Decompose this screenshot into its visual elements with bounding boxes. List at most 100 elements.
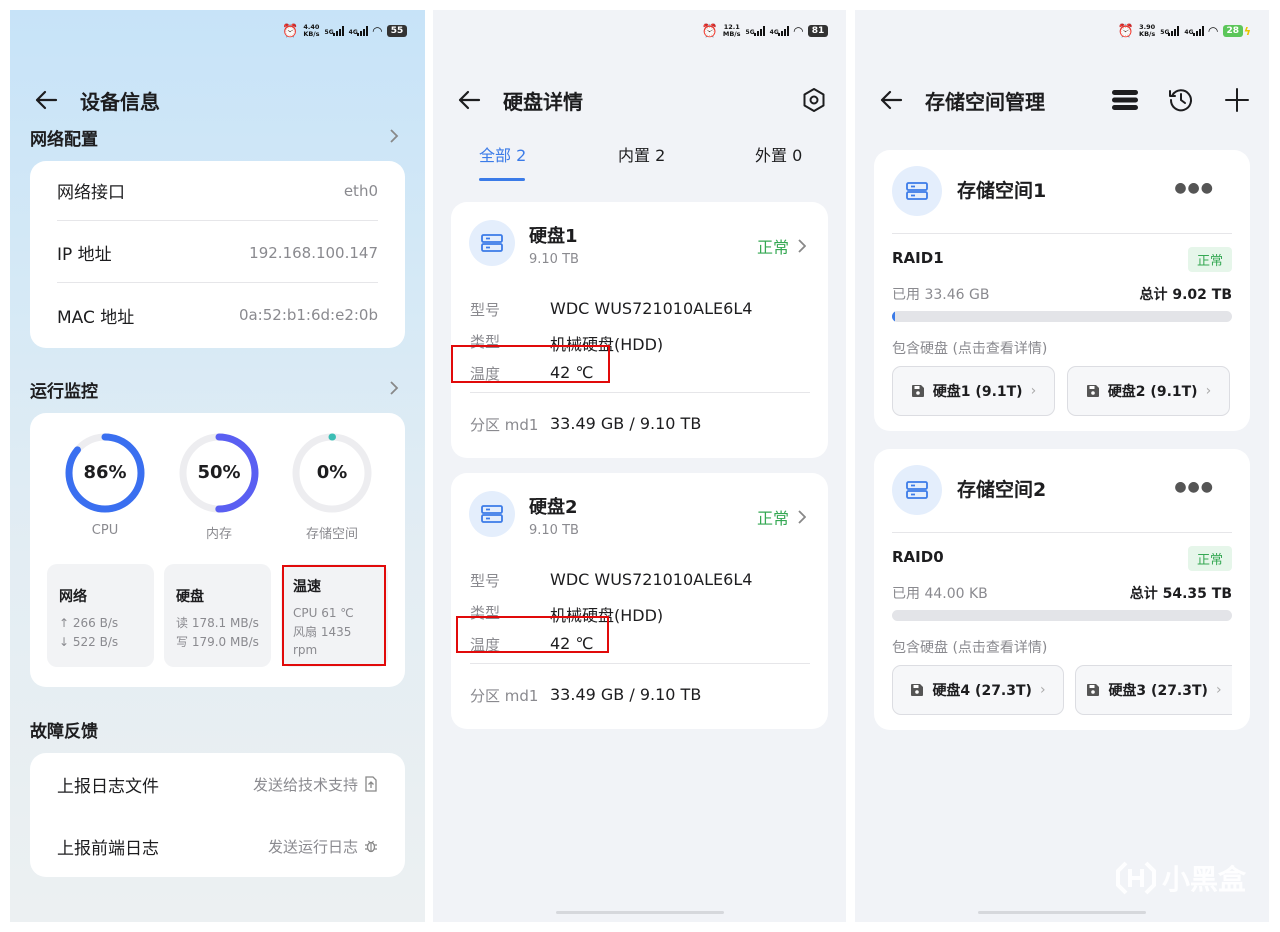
status-bar: ⏰ 3.90 KB/s 5G 4G ◠ 28 ϟ xyxy=(1118,23,1251,39)
wifi-icon: ◠ xyxy=(793,24,803,38)
partition-row: 分区 md1 33.49 GB / 9.10 TB xyxy=(470,685,701,706)
tab-indicator xyxy=(479,178,525,181)
gauge-label: 存储空间 xyxy=(305,527,358,542)
tab-all[interactable]: 全部 2 xyxy=(479,142,526,166)
chip-label: 硬盘4 (27.3T) xyxy=(932,683,1032,699)
chevron-right-icon[interactable] xyxy=(388,381,400,395)
file-upload-icon xyxy=(365,776,377,792)
page-title: 硬盘详情 xyxy=(503,89,583,114)
signal-5g-icon: 5G xyxy=(325,26,344,36)
history-icon[interactable] xyxy=(1167,86,1195,114)
kv-key: 分区 md1 xyxy=(470,416,539,434)
signal-5g-icon: 5G xyxy=(746,26,765,36)
tile-line: ↓ 522 B/s xyxy=(59,634,119,649)
mac-address-row: MAC 地址 0a:52:b1:6d:e2:0b xyxy=(57,285,378,345)
tab-internal[interactable]: 内置 2 xyxy=(618,142,665,166)
chevron-right-icon: › xyxy=(1215,682,1222,698)
runtime-monitor-heading[interactable]: 运行监控 xyxy=(30,377,98,402)
status-badge: 正常 xyxy=(1187,247,1232,272)
disk-name: 硬盘1 xyxy=(529,226,578,247)
device-info-screen: ⏰ 4.40 KB/s 5G 4G ◠ 55 设备信息 网络配置 网络接口 et… xyxy=(10,10,425,922)
disk-chip[interactable]: 硬盘1 (9.1T) › xyxy=(892,366,1055,416)
storage-space-card[interactable]: 存储空间2 ●●● RAID0 正常 已用 44.00 KB 总计 54.35 … xyxy=(874,449,1250,730)
back-arrow-icon[interactable] xyxy=(455,86,483,114)
included-disks-label: 包含硬盘 (点击查看详情) xyxy=(892,640,1048,656)
space-name: 存储空间2 xyxy=(957,479,1047,501)
back-arrow-icon[interactable] xyxy=(32,86,60,114)
used-space: 已用 44.00 KB xyxy=(892,586,988,602)
more-icon[interactable]: ●●● xyxy=(1174,479,1214,495)
highlight-box xyxy=(456,616,609,653)
disk-size: 9.10 TB xyxy=(529,252,579,267)
signal-4g-icon: 4G xyxy=(1184,26,1204,36)
settings-icon[interactable] xyxy=(800,86,828,114)
used-space: 已用 33.46 GB xyxy=(892,287,990,303)
kv-key: 型号 xyxy=(470,301,501,319)
row-label: 网络接口 xyxy=(57,183,125,203)
status-bar: ⏰ 12.1 MB/s 5G 4G ◠ 81 xyxy=(702,24,828,38)
usage-bar xyxy=(892,610,1232,621)
save-disk-icon xyxy=(911,385,924,397)
divider xyxy=(470,392,810,393)
network-interface-row: 网络接口 eth0 xyxy=(57,161,378,221)
tile-title: 硬盘 xyxy=(176,589,204,605)
feedback-card: 上报日志文件 发送给技术支持 上报前端日志 发送运行日志 xyxy=(30,753,405,877)
network-speed: 4.40 KB/s xyxy=(303,23,320,38)
usage-bar xyxy=(892,311,1232,322)
cpu-gauge: 86% CPU xyxy=(63,431,147,538)
status-text: 正常 xyxy=(756,238,789,257)
kv-value: 33.49 GB / 9.10 TB xyxy=(550,414,702,433)
chevron-right-icon xyxy=(798,239,806,253)
chip-label: 硬盘3 (27.3T) xyxy=(1108,683,1208,699)
gauge-label: 内存 xyxy=(205,527,232,542)
included-disks-label: 包含硬盘 (点击查看详情) xyxy=(892,341,1048,357)
network-config-card: 网络接口 eth0 IP 地址 192.168.100.147 MAC 地址 0… xyxy=(30,161,405,348)
storage-space-card[interactable]: 存储空间1 ●●● RAID1 正常 已用 33.46 GB 总计 9.02 T… xyxy=(874,150,1250,431)
network-config-heading[interactable]: 网络配置 xyxy=(30,125,98,150)
row-value: eth0 xyxy=(343,181,378,200)
divider xyxy=(892,532,1232,533)
divider xyxy=(470,663,810,664)
kv-value: 33.49 GB / 9.10 TB xyxy=(550,685,702,704)
disk-card[interactable]: 硬盘2 9.10 TB 正常 型号 WDC WUS721010ALE6L4 类型机… xyxy=(451,473,828,729)
signal-4g-icon: 4G xyxy=(349,26,368,36)
gauge-value: 0% xyxy=(316,462,348,483)
model-row: 型号 WDC WUS721010ALE6L4 xyxy=(470,299,752,320)
row-value-wrap: 发送运行日志 xyxy=(268,836,378,857)
upload-frontend-log-row[interactable]: 上报前端日志 发送运行日志 xyxy=(57,815,378,877)
row-label: 上报前端日志 xyxy=(57,838,159,859)
raid-level: RAID0 xyxy=(892,548,944,566)
ip-address-row: IP 地址 192.168.100.147 xyxy=(57,223,378,283)
home-indicator xyxy=(978,911,1146,914)
chevron-right-icon: › xyxy=(1030,383,1037,399)
tile-line: ↑ 266 B/s xyxy=(59,616,119,630)
alarm-icon: ⏰ xyxy=(282,23,299,39)
total-space: 总计 54.35 TB xyxy=(1129,586,1232,602)
gauge-value: 50% xyxy=(197,462,241,483)
disk-chip[interactable]: 硬盘2 (9.1T) › xyxy=(1067,366,1230,416)
tab-external[interactable]: 外置 0 xyxy=(755,142,802,166)
network-speed: 3.90 KB/s xyxy=(1139,23,1156,38)
more-icon[interactable]: ●●● xyxy=(1174,180,1214,196)
disk-card[interactable]: 硬盘1 9.10 TB 正常 型号 WDC WUS721010ALE6L4 类型机… xyxy=(451,202,828,458)
disk-chip[interactable]: 硬盘4 (27.3T) › xyxy=(892,665,1064,715)
wifi-icon: ◠ xyxy=(1208,24,1218,38)
battery-icon: 28 xyxy=(1222,25,1243,37)
upload-log-row[interactable]: 上报日志文件 发送给技术支持 xyxy=(57,753,378,815)
add-icon[interactable] xyxy=(1223,86,1251,114)
list-stack-icon[interactable] xyxy=(1111,86,1139,114)
disk-status: 正常 xyxy=(757,234,806,258)
battery-icon: 81 xyxy=(808,25,828,37)
model-row: 型号 WDC WUS721010ALE6L4 xyxy=(470,570,752,591)
signal-5g-icon: 5G xyxy=(1160,26,1180,36)
partition-row: 分区 md1 33.49 GB / 9.10 TB xyxy=(470,414,701,435)
row-value: 0a:52:b1:6d:e2:0b xyxy=(238,306,378,324)
app-header: 硬盘详情 xyxy=(433,82,846,118)
status-bar: ⏰ 4.40 KB/s 5G 4G ◠ 55 xyxy=(282,24,407,38)
back-arrow-icon[interactable] xyxy=(877,86,905,114)
alarm-icon: ⏰ xyxy=(701,23,718,39)
storage-gauge: 0% 存储空间 xyxy=(290,431,374,542)
chip-label: 硬盘2 (9.1T) xyxy=(1107,384,1198,400)
chevron-right-icon[interactable] xyxy=(388,129,400,143)
disk-chip[interactable]: 硬盘3 (27.3T) › xyxy=(1075,665,1232,715)
